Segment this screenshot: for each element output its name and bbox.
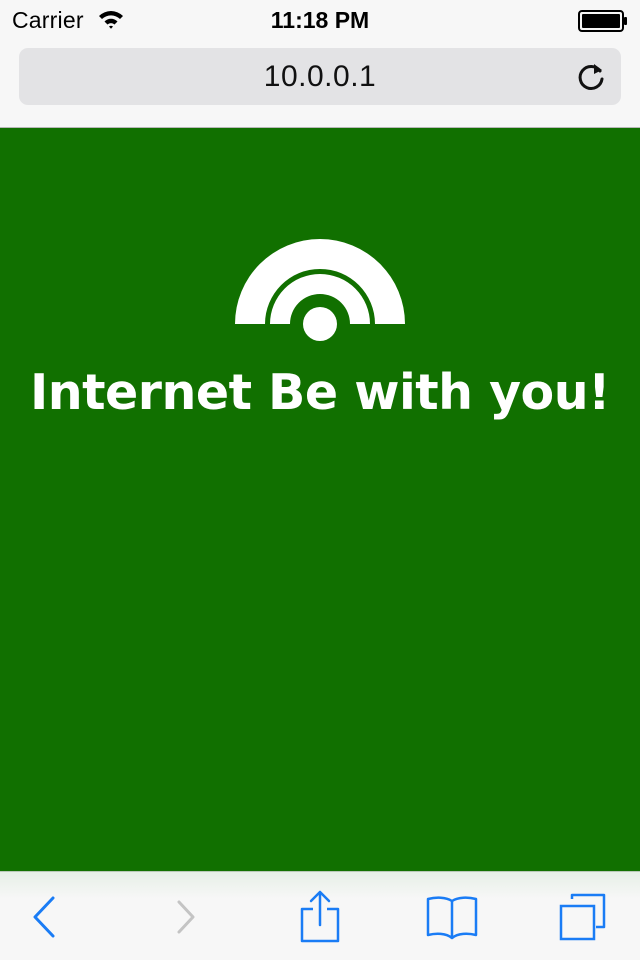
headline: Internet Be with you! bbox=[30, 364, 610, 421]
url-text[interactable]: 10.0.0.1 bbox=[19, 60, 621, 94]
battery-icon bbox=[578, 10, 627, 32]
clock: 11:18 PM bbox=[270, 7, 370, 33]
back-button[interactable] bbox=[14, 888, 74, 946]
reload-icon[interactable] bbox=[576, 61, 606, 93]
browser-screen: Carrier 11:18 PM 10.0.0.1 Internet Be wi… bbox=[0, 0, 640, 960]
wifi-signal-icon bbox=[235, 239, 405, 341]
forward-button[interactable] bbox=[156, 888, 216, 946]
status-bar: Carrier 11:18 PM bbox=[0, 0, 640, 40]
tabs-button[interactable] bbox=[552, 888, 612, 946]
bookmarks-icon bbox=[426, 896, 478, 940]
forward-icon bbox=[177, 900, 195, 934]
share-icon bbox=[300, 890, 340, 943]
bookmarks-button[interactable] bbox=[422, 888, 482, 946]
tabs-icon bbox=[559, 893, 606, 941]
browser-top-bar: Carrier 11:18 PM 10.0.0.1 bbox=[0, 0, 640, 128]
web-page-content: Internet Be with you! bbox=[0, 128, 640, 871]
browser-toolbar bbox=[0, 871, 640, 960]
share-button[interactable] bbox=[290, 888, 350, 946]
back-icon bbox=[33, 896, 55, 938]
address-bar[interactable]: 10.0.0.1 bbox=[19, 48, 621, 105]
